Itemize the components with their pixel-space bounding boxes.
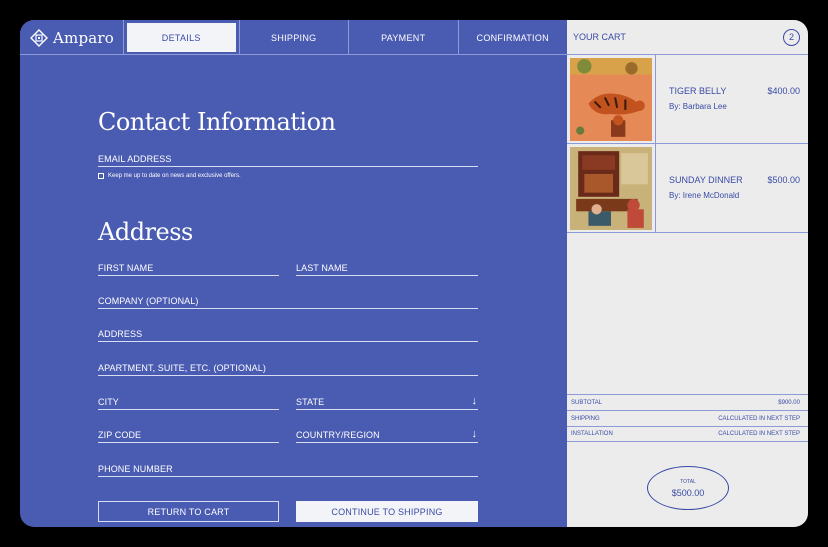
subtotal-label: SUBTOTAL (571, 399, 603, 406)
last-name-field[interactable]: LAST NAME (296, 256, 478, 276)
brand-name: Amparo (53, 28, 115, 47)
tab-shipping[interactable]: SHIPPING (240, 20, 349, 55)
installation-row: INSTALLATION CALCULATED IN NEXT STEP (567, 426, 808, 442)
last-name-label: LAST NAME (296, 263, 348, 273)
checkout-screen: Amparo DETAILS SHIPPING PAYMENT CONFIRMA… (20, 20, 808, 527)
shipping-value: CALCULATED IN NEXT STEP (718, 415, 800, 422)
country-select[interactable]: COUNTRY/REGION ↓ (296, 423, 478, 443)
item-name[interactable]: TIGER BELLY (669, 86, 726, 96)
tab-payment[interactable]: PAYMENT (349, 20, 459, 55)
apartment-label: APARTMENT, SUITE, ETC. (OPTIONAL) (98, 363, 266, 373)
checkout-nav: Amparo DETAILS SHIPPING PAYMENT CONFIRMA… (20, 20, 567, 55)
apartment-field[interactable]: APARTMENT, SUITE, ETC. (OPTIONAL) (98, 356, 478, 376)
subtotal-row: SUBTOTAL $900.00 (567, 394, 808, 410)
artwork-thumbnail[interactable] (567, 144, 656, 233)
arrow-down-icon: ↓ (471, 395, 478, 407)
return-to-cart-button[interactable]: RETURN TO CART (98, 501, 279, 522)
phone-field[interactable]: PHONE NUMBER (98, 457, 478, 477)
details-form: Contact Information EMAIL ADDRESS Keep m… (20, 56, 567, 527)
city-label: CITY (98, 397, 119, 407)
cart-panel: YOUR CART 2 TIGER BELLY $400.00 By: Barb… (567, 20, 808, 527)
newsletter-option[interactable]: Keep me up to date on news and exclusive… (98, 173, 241, 179)
zip-label: ZIP CODE (98, 430, 142, 440)
item-price: $400.00 (767, 86, 800, 96)
cart-title: YOUR CART (573, 32, 626, 42)
email-label: EMAIL ADDRESS (98, 154, 172, 164)
item-name[interactable]: SUNDAY DINNER (669, 175, 743, 185)
device-frame: Amparo DETAILS SHIPPING PAYMENT CONFIRMA… (0, 0, 828, 547)
continue-to-shipping-button[interactable]: CONTINUE TO SHIPPING (296, 501, 478, 522)
shipping-label: SHIPPING (571, 415, 600, 422)
address-heading: Address (98, 218, 193, 246)
address-field[interactable]: ADDRESS (98, 322, 478, 342)
phone-label: PHONE NUMBER (98, 464, 173, 474)
city-field[interactable]: CITY (98, 390, 279, 410)
zip-field[interactable]: ZIP CODE (98, 423, 279, 443)
shipping-row: SHIPPING CALCULATED IN NEXT STEP (567, 410, 808, 426)
arrow-down-icon: ↓ (471, 428, 478, 440)
tab-details[interactable]: DETAILS (124, 20, 240, 55)
state-label: STATE (296, 397, 325, 407)
total-badge: TOTAL $500.00 (647, 466, 729, 510)
state-select[interactable]: STATE ↓ (296, 390, 478, 410)
tab-details-label: DETAILS (127, 23, 236, 52)
company-label: COMPANY (OPTIONAL) (98, 296, 199, 306)
cart-item[interactable]: TIGER BELLY $400.00 By: Barbara Lee (567, 55, 808, 144)
total-label: TOTAL (680, 478, 696, 485)
newsletter-checkbox[interactable] (98, 173, 104, 179)
installation-label: INSTALLATION (571, 431, 613, 437)
item-artist: By: Irene McDonald (669, 191, 740, 200)
cart-item-info: TIGER BELLY $400.00 By: Barbara Lee (656, 55, 808, 143)
contact-heading: Contact Information (98, 108, 336, 136)
email-field[interactable]: EMAIL ADDRESS (98, 147, 478, 167)
artwork-thumbnail[interactable] (567, 55, 656, 144)
tab-confirmation[interactable]: CONFIRMATION (459, 20, 568, 55)
cart-count-badge[interactable]: 2 (783, 28, 800, 46)
total-value: $500.00 (671, 487, 705, 498)
brand-logo[interactable]: Amparo (20, 20, 124, 55)
cart-item[interactable]: SUNDAY DINNER $500.00 By: Irene McDonald (567, 144, 808, 233)
amparo-logo-icon (30, 28, 48, 47)
dinner-painting-image (570, 147, 652, 230)
address-label: ADDRESS (98, 329, 143, 339)
installation-value: CALCULATED IN NEXT STEP (718, 431, 800, 437)
tiger-painting-image (570, 58, 652, 141)
item-artist: By: Barbara Lee (669, 102, 727, 111)
item-price: $500.00 (767, 175, 800, 185)
newsletter-label: Keep me up to date on news and exclusive… (108, 173, 241, 179)
country-label: COUNTRY/REGION (296, 430, 380, 440)
company-field[interactable]: COMPANY (OPTIONAL) (98, 289, 478, 309)
subtotal-value: $900.00 (778, 399, 800, 406)
first-name-label: FIRST NAME (98, 263, 154, 273)
cart-header: YOUR CART 2 (567, 20, 808, 55)
cart-item-info: SUNDAY DINNER $500.00 By: Irene McDonald (656, 144, 808, 232)
first-name-field[interactable]: FIRST NAME (98, 256, 279, 276)
